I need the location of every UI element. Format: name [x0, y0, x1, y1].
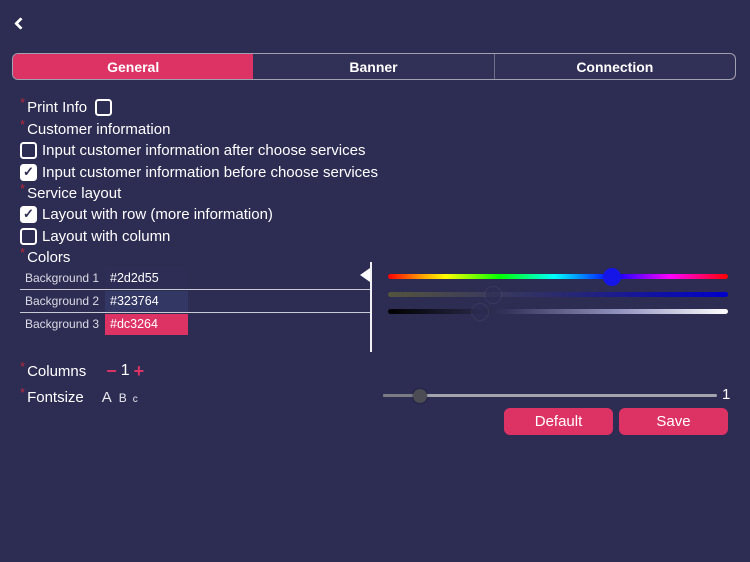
- columns-stepper: − 1 +: [104, 362, 146, 380]
- default-button[interactable]: Default: [504, 408, 613, 435]
- color-row-background-3: Background 3 #dc3264: [20, 312, 371, 335]
- hue-slider-thumb[interactable]: [603, 267, 622, 286]
- colors-label: Colors: [27, 248, 71, 266]
- color-swatch-background-1[interactable]: #2d2d55: [105, 267, 188, 288]
- fontsize-row: * Fontsize A B c: [20, 385, 138, 406]
- save-button[interactable]: Save: [619, 408, 728, 435]
- tab-general[interactable]: General: [13, 54, 254, 79]
- chevron-left-icon: [14, 17, 27, 30]
- fontsize-letter-medium[interactable]: B: [119, 391, 127, 405]
- customer-info-before-label: Input customer information before choose…: [42, 163, 378, 181]
- hue-slider[interactable]: [388, 267, 728, 286]
- fontsize-slider[interactable]: [383, 388, 717, 403]
- colors-header: * Colors: [20, 245, 71, 266]
- divider-arrow-icon: [360, 268, 370, 282]
- color-row-background-2: Background 2 #323764: [20, 289, 371, 312]
- columns-minus-button[interactable]: −: [104, 362, 119, 380]
- columns-value: 1: [120, 362, 130, 379]
- customer-info-after-label: Input customer information after choose …: [42, 141, 366, 159]
- layout-column-label: Layout with column: [42, 227, 171, 245]
- settings-tabbar: General Banner Connection: [12, 53, 736, 80]
- colors-panel-divider[interactable]: [370, 262, 372, 352]
- fontsize-slider-value: 1: [722, 386, 731, 403]
- tab-banner[interactable]: Banner: [253, 54, 495, 79]
- print-info-checkbox[interactable]: [95, 98, 113, 116]
- layout-row-option: ✓ Layout with row (more information): [20, 204, 273, 224]
- fontsize-letter-small[interactable]: c: [133, 394, 138, 405]
- columns-label: Columns: [27, 362, 87, 380]
- customer-info-before-row: ✓ Input customer information before choo…: [20, 162, 378, 182]
- brightness-slider-thumb[interactable]: [471, 303, 488, 320]
- color-row-label: Background 3: [25, 317, 100, 331]
- layout-column-checkbox[interactable]: [20, 227, 37, 245]
- tab-connection[interactable]: Connection: [495, 54, 735, 79]
- print-info-row: * Print Info: [20, 96, 113, 117]
- layout-column-option: Layout with column: [20, 226, 170, 246]
- service-layout-label: Service layout: [27, 184, 122, 202]
- customer-info-before-checkbox[interactable]: ✓: [20, 163, 37, 181]
- service-layout-header: * Service layout: [20, 181, 122, 202]
- customer-information-label: Customer information: [27, 120, 171, 138]
- fontsize-letter-large[interactable]: A: [102, 389, 112, 406]
- color-swatch-background-2[interactable]: #323764: [105, 290, 188, 312]
- brightness-slider[interactable]: [388, 303, 728, 320]
- layout-row-checkbox[interactable]: ✓: [20, 205, 37, 223]
- customer-information-header: * Customer information: [20, 117, 171, 138]
- saturation-slider[interactable]: [388, 286, 728, 303]
- saturation-slider-thumb[interactable]: [485, 286, 502, 303]
- colors-table: Background 1 #2d2d55 Background 2 #32376…: [20, 266, 371, 335]
- customer-info-after-row: Input customer information after choose …: [20, 140, 365, 160]
- back-button[interactable]: [10, 14, 32, 36]
- color-row-label: Background 1: [25, 270, 100, 285]
- color-row-background-1: Background 1 #2d2d55: [20, 266, 371, 289]
- fontsize-label: Fontsize: [27, 388, 84, 406]
- color-swatch-background-3[interactable]: #dc3264: [105, 313, 188, 335]
- print-info-label: Print Info: [27, 98, 88, 116]
- fontsize-slider-thumb[interactable]: [412, 388, 427, 403]
- layout-row-label: Layout with row (more information): [42, 205, 273, 223]
- color-row-label: Background 2: [25, 294, 100, 308]
- columns-row: * Columns − 1 +: [20, 359, 146, 381]
- columns-plus-button[interactable]: +: [132, 362, 147, 380]
- customer-info-after-checkbox[interactable]: [20, 141, 37, 159]
- fontsize-letters: A B c: [102, 389, 138, 406]
